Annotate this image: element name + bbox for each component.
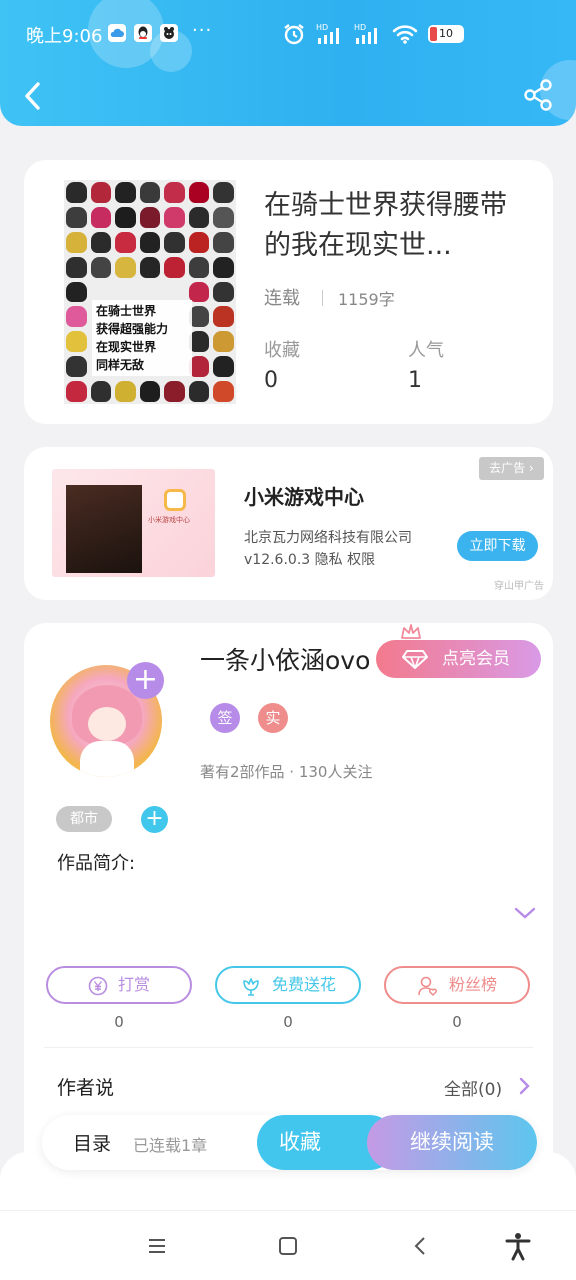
author-says-label: 作者说 — [57, 1077, 115, 1099]
menu-icon[interactable] — [142, 1231, 172, 1261]
nav-buttons — [0, 1210, 576, 1280]
toc-button[interactable]: 目录 — [73, 1129, 111, 1156]
pet-app-icon — [160, 24, 178, 42]
flower-count: 0 — [283, 1013, 293, 1031]
ad-image[interactable]: 小米游戏中心 — [52, 469, 215, 577]
svg-text:HD: HD — [316, 23, 328, 32]
author-card: + 一条小依涵ovo 点亮会员 签 实 著有2部作品 · 130人关注 都市 +… — [24, 623, 553, 1183]
cover-line: 获得超强能力 — [96, 322, 169, 336]
book-title: 在骑士世界获得腰带的我在现实世... — [264, 190, 507, 261]
follow-plus-button[interactable]: + — [127, 662, 164, 699]
intro-label: 作品简介: — [57, 853, 136, 874]
status-system-icons: HD HD 10 — [282, 22, 464, 46]
crown-icon — [401, 624, 421, 639]
expand-chevron-icon[interactable] — [513, 905, 537, 921]
status-app-icons — [108, 24, 178, 42]
qq-app-icon — [134, 24, 152, 42]
cover-line: 在骑士世界 — [96, 304, 157, 318]
chevron-right-icon[interactable] — [518, 1077, 530, 1095]
svg-text:HD: HD — [354, 23, 366, 32]
favorites-label: 收藏 — [264, 340, 300, 361]
remove-ad-label: 去广告 — [489, 461, 526, 475]
book-status: 连载 — [264, 288, 300, 309]
home-icon[interactable] — [273, 1231, 303, 1261]
battery-icon: 10 — [428, 25, 464, 43]
back-arrow-icon[interactable] — [18, 76, 48, 116]
add-tag-button[interactable]: + — [141, 806, 168, 833]
ad-title: 小米游戏中心 — [244, 485, 364, 509]
flower-button[interactable]: 免费送花 — [215, 966, 361, 1004]
fans-count: 0 — [452, 1013, 462, 1031]
ad-meta[interactable]: v12.6.0.3 隐私 权限 — [244, 549, 375, 569]
vip-label: 点亮会员 — [442, 649, 510, 669]
ad-source: 穿山甲广告 — [494, 581, 544, 592]
status-time: 晚上9:06 — [26, 26, 103, 47]
cloud-app-icon — [108, 24, 126, 42]
vip-button[interactable]: 点亮会员 — [376, 640, 541, 678]
wifi-icon — [392, 25, 418, 44]
avatar-face — [88, 707, 126, 741]
download-button[interactable]: 立即下载 — [457, 531, 538, 561]
alarm-icon — [284, 24, 304, 45]
battery-level: 10 — [439, 27, 453, 40]
bottom-action-bar: 目录 已连载1章 收藏 继续阅读 — [42, 1115, 537, 1170]
fans-rank-label: 粉丝榜 — [448, 975, 497, 994]
nav-back-icon[interactable] — [406, 1231, 436, 1261]
genre-tag[interactable]: 都市 — [56, 806, 112, 832]
flower-icon — [243, 977, 259, 996]
signed-badge: 签 — [210, 703, 240, 733]
remove-ad-button[interactable]: 去广告 › — [479, 457, 544, 480]
status-bar: 晚上9:06 ··· HD HD 10 — [0, 18, 576, 52]
serialized-count: 已连载1章 — [133, 1136, 208, 1155]
tip-label: 打赏 — [117, 975, 150, 994]
author-stats: 著有2部作品 · 130人关注 — [200, 763, 373, 781]
popularity-value: 1 — [408, 368, 422, 393]
continue-reading-button[interactable]: 继续阅读 — [367, 1115, 537, 1170]
cover-line: 同样无敌 — [96, 358, 145, 372]
tip-count: 0 — [114, 1013, 124, 1031]
cover-caption: 在骑士世界 获得超强能力 在现实世界 同样无敌 — [92, 300, 192, 376]
accessibility-icon[interactable] — [503, 1231, 533, 1261]
ad-banner[interactable]: 小米游戏中心 去广告 › 小米游戏中心 北京瓦力网络科技有限公司 v12.6.0… — [24, 447, 553, 600]
avatar-body — [80, 741, 134, 777]
author-name: 一条小依涵ovo — [200, 646, 371, 675]
tip-button[interactable]: 打赏 — [46, 966, 192, 1004]
popularity-label: 人气 — [408, 340, 444, 361]
favorites-value: 0 — [264, 368, 278, 393]
signal-hd-icon: HD — [316, 23, 339, 44]
book-word-count: 1159字 — [338, 290, 395, 309]
flower-label: 免费送花 — [271, 975, 336, 994]
book-cover[interactable]: 在骑士世界 获得超强能力 在现实世界 同样无敌 — [64, 180, 236, 404]
author-says-all-link[interactable]: 全部(0) — [444, 1075, 502, 1100]
ad-image-caption: 小米游戏中心 — [148, 516, 190, 524]
status-more-icon: ··· — [192, 20, 213, 41]
system-nav-bar — [0, 1152, 576, 1280]
fan-user-icon — [418, 976, 438, 996]
verified-badge: 实 — [258, 703, 288, 733]
divider — [322, 290, 323, 306]
book-info-card: 在骑士世界 获得超强能力 在现实世界 同样无敌 在骑士世界获得腰带的我在现实世.… — [24, 160, 553, 424]
fans-rank-button[interactable]: 粉丝榜 — [384, 966, 530, 1004]
game-center-logo-icon — [164, 489, 186, 511]
cover-line: 在现实世界 — [96, 340, 157, 354]
divider — [44, 1047, 533, 1048]
yen-coin-icon — [88, 976, 108, 995]
top-header: 晚上9:06 ··· HD HD 10 — [0, 0, 576, 126]
share-icon[interactable] — [522, 78, 556, 112]
diamond-icon — [402, 650, 428, 669]
ad-game-screenshot — [66, 485, 142, 573]
ad-company: 北京瓦力网络科技有限公司 — [244, 530, 412, 546]
signal-hd-icon-2: HD — [354, 23, 377, 44]
